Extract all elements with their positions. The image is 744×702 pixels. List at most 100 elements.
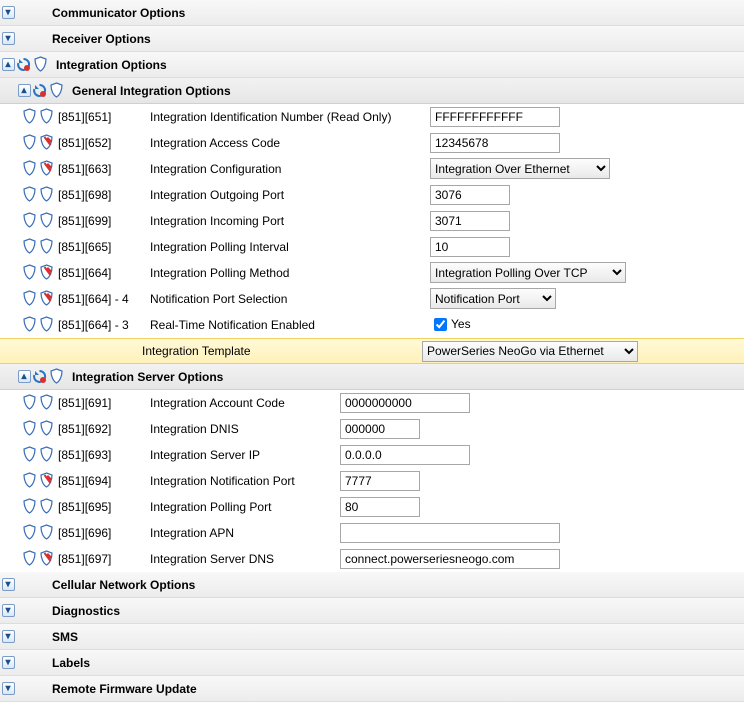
code-label: [851][699] xyxy=(58,214,150,228)
shield-icon-2 xyxy=(39,290,54,307)
shield-icon xyxy=(22,472,37,489)
section-diagnostics[interactable]: ▾ Diagnostics xyxy=(0,598,744,624)
field-label: Integration Access Code xyxy=(150,136,430,150)
input-[851][696][interactable] xyxy=(340,523,560,543)
input-[851][699][interactable] xyxy=(430,211,510,231)
shield-icon-2 xyxy=(39,498,54,515)
row-integration-template: Integration Template PowerSeries NeoGo v… xyxy=(0,338,744,364)
collapse-general[interactable]: ▴ xyxy=(18,84,31,97)
shield-icon-2 xyxy=(39,472,54,489)
shield-icon xyxy=(22,238,37,255)
section-title-integration: Integration Options xyxy=(52,58,167,72)
row-[851][652]: [851][652] Integration Access Code xyxy=(0,130,744,156)
input-[851][665][interactable] xyxy=(430,237,510,257)
expand-receiver[interactable]: ▾ xyxy=(2,32,15,45)
code-label: [851][652] xyxy=(58,136,150,150)
section-title-remote_fw: Remote Firmware Update xyxy=(48,682,197,696)
field-label: Integration Configuration xyxy=(150,162,430,176)
section-title-communicator: Communicator Options xyxy=(48,6,185,20)
section-general-integration[interactable]: ▴ General Integration Options xyxy=(0,78,744,104)
section-labels[interactable]: ▾ Labels xyxy=(0,650,744,676)
shield-icon xyxy=(22,446,37,463)
code-label: [851][692] xyxy=(58,422,150,436)
section-integration-server[interactable]: ▴ Integration Server Options xyxy=(0,364,744,390)
collapse-integration[interactable]: ▴ xyxy=(2,58,15,71)
field-label: Notification Port Selection xyxy=(150,292,430,306)
input-[851][697][interactable] xyxy=(340,549,560,569)
section-cellular[interactable]: ▾ Cellular Network Options xyxy=(0,572,744,598)
check-[851][664] - 3[interactable]: Yes xyxy=(430,317,471,331)
field-label: Integration Server IP xyxy=(150,448,340,462)
input-[851][698][interactable] xyxy=(430,185,510,205)
shield-icon-2 xyxy=(39,420,54,437)
section-remote_fw[interactable]: ▾ Remote Firmware Update xyxy=(0,676,744,702)
field-label: Integration Identification Number (Read … xyxy=(150,110,430,124)
input-[851][694][interactable] xyxy=(340,471,420,491)
expand-labels[interactable]: ▾ xyxy=(2,656,15,669)
section-title-diagnostics: Diagnostics xyxy=(48,604,120,618)
section-integration[interactable]: ▴ Integration Options xyxy=(0,52,744,78)
row-[851][697]: [851][697] Integration Server DNS xyxy=(0,546,744,572)
shield-icon-2 xyxy=(39,446,54,463)
code-label: [851][664] xyxy=(58,266,150,280)
field-label: Real-Time Notification Enabled xyxy=(150,318,430,332)
expand-communicator[interactable]: ▾ xyxy=(2,6,15,19)
shield-icon-2 xyxy=(39,186,54,203)
input-[851][691][interactable] xyxy=(340,393,470,413)
row-[851][699]: [851][699] Integration Incoming Port xyxy=(0,208,744,234)
shield-icon-2 xyxy=(39,394,54,411)
select-integration-template[interactable]: PowerSeries NeoGo via Ethernet xyxy=(422,341,638,362)
expand-sms[interactable]: ▾ xyxy=(2,630,15,643)
field-label: Integration Account Code xyxy=(150,396,340,410)
code-label: [851][697] xyxy=(58,552,150,566)
row-[851][693]: [851][693] Integration Server IP xyxy=(0,442,744,468)
row-[851][665]: [851][665] Integration Polling Interval xyxy=(0,234,744,260)
input-[851][693][interactable] xyxy=(340,445,470,465)
row-[851][664]: [851][664] Integration Polling Method In… xyxy=(0,260,744,286)
field-label: Integration Incoming Port xyxy=(150,214,430,228)
code-label: [851][664] - 3 xyxy=(58,318,150,332)
section-sms[interactable]: ▾ SMS xyxy=(0,624,744,650)
collapse-server[interactable]: ▴ xyxy=(18,370,31,383)
section-title-labels: Labels xyxy=(48,656,90,670)
input-[851][695][interactable] xyxy=(340,497,420,517)
input-[851][692][interactable] xyxy=(340,419,420,439)
shield-icon-2 xyxy=(39,550,54,567)
code-label: [851][665] xyxy=(58,240,150,254)
input-[851][651][interactable] xyxy=(430,107,560,127)
section-receiver[interactable]: ▾ Receiver Options xyxy=(0,26,744,52)
shield-icon-2 xyxy=(39,524,54,541)
expand-remote_fw[interactable]: ▾ xyxy=(2,682,15,695)
expand-diagnostics[interactable]: ▾ xyxy=(2,604,15,617)
shield-icon xyxy=(22,394,37,411)
code-label: [851][698] xyxy=(58,188,150,202)
section-title-server: Integration Server Options xyxy=(68,370,223,384)
row-[851][695]: [851][695] Integration Polling Port xyxy=(0,494,744,520)
field-label: Integration Outgoing Port xyxy=(150,188,430,202)
section-communicator[interactable]: ▾ Communicator Options xyxy=(0,0,744,26)
input-[851][652][interactable] xyxy=(430,133,560,153)
field-label: Integration Polling Port xyxy=(150,500,340,514)
code-label: [851][663] xyxy=(58,162,150,176)
row-[851][694]: [851][694] Integration Notification Port xyxy=(0,468,744,494)
field-label: Integration DNIS xyxy=(150,422,340,436)
shield-icon xyxy=(22,186,37,203)
code-label: [851][691] xyxy=(58,396,150,410)
shield-icon xyxy=(22,524,37,541)
row-[851][698]: [851][698] Integration Outgoing Port xyxy=(0,182,744,208)
shield-icon-2 xyxy=(39,134,54,151)
select-[851][664][interactable]: Integration Polling Over TCP xyxy=(430,262,626,283)
select-[851][664] - 4[interactable]: Notification Port xyxy=(430,288,556,309)
row-[851][664] - 3: [851][664] - 3 Real-Time Notification En… xyxy=(0,312,744,338)
refresh-icon xyxy=(16,57,31,72)
shield-icon-2 xyxy=(39,108,54,125)
select-[851][663][interactable]: Integration Over Ethernet xyxy=(430,158,610,179)
shield-icon xyxy=(22,108,37,125)
shield-icon-2 xyxy=(39,160,54,177)
code-label: [851][696] xyxy=(58,526,150,540)
section-title-receiver: Receiver Options xyxy=(48,32,151,46)
row-[851][692]: [851][692] Integration DNIS xyxy=(0,416,744,442)
expand-cellular[interactable]: ▾ xyxy=(2,578,15,591)
template-label: Integration Template xyxy=(142,344,422,358)
row-[851][696]: [851][696] Integration APN xyxy=(0,520,744,546)
